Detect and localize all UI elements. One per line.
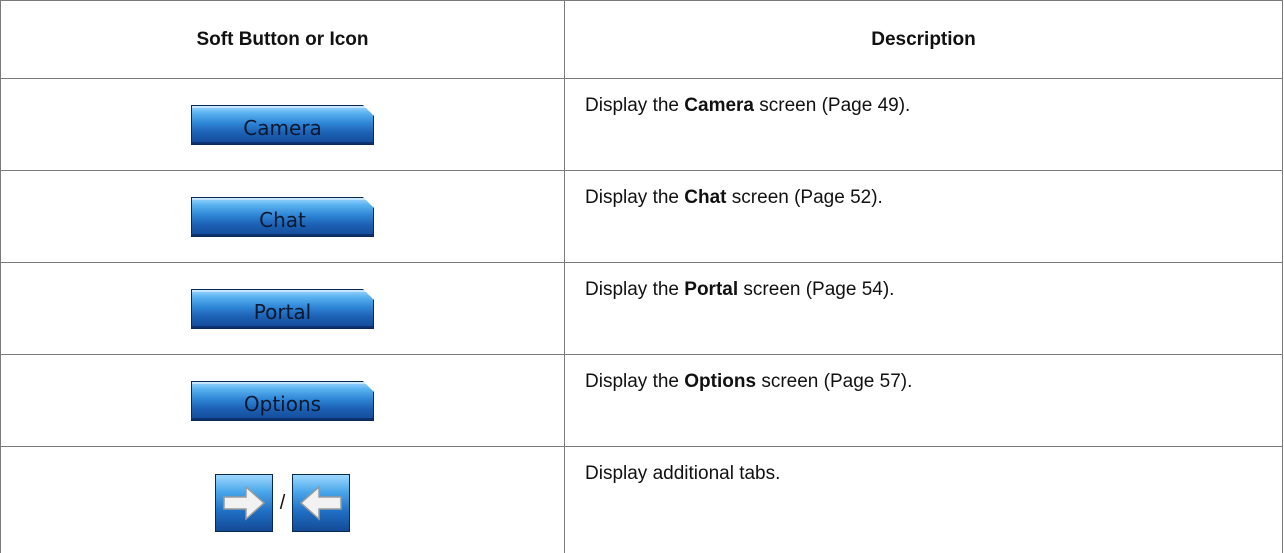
chat-button[interactable]: Chat [191,197,374,237]
description-cell: Display the Options screen (Page 57). [565,355,1283,447]
table-header-row: Soft Button or Icon Description [1,1,1283,79]
chat-button-label: Chat [259,208,306,232]
camera-button-label: Camera [243,116,322,140]
portal-button[interactable]: Portal [191,289,374,329]
header-soft-button: Soft Button or Icon [1,1,565,79]
chat-term: Chat [684,187,726,208]
portal-term: Portal [684,279,738,300]
table-row: Portal Display the Portal screen (Page 5… [1,263,1283,355]
portal-button-label: Portal [254,300,311,324]
button-cell: Chat [1,171,565,263]
description-cell: Display additional tabs. [565,447,1283,553]
options-button-label: Options [244,392,321,416]
soft-button-table: Soft Button or Icon Description Camera D… [0,0,1283,553]
separator-slash: / [279,492,287,515]
header-description: Description [565,1,1283,79]
arrow-right-icon[interactable] [215,474,273,532]
description-cell: Display the Chat screen (Page 52). [565,171,1283,263]
button-cell: Camera [1,79,565,171]
description-cell: Display the Portal screen (Page 54). [565,263,1283,355]
button-cell: Options [1,355,565,447]
tab-arrows: / [215,474,351,532]
camera-term: Camera [684,95,754,116]
arrow-left-icon[interactable] [292,474,350,532]
table-row: Options Display the Options screen (Page… [1,355,1283,447]
table-row: / Display additional tabs. [1,447,1283,553]
table-row: Camera Display the Camera screen (Page 4… [1,79,1283,171]
options-button[interactable]: Options [191,381,374,421]
table-row: Chat Display the Chat screen (Page 52). [1,171,1283,263]
camera-button[interactable]: Camera [191,105,374,145]
button-cell: / [1,447,565,553]
button-cell: Portal [1,263,565,355]
options-term: Options [684,371,756,392]
description-cell: Display the Camera screen (Page 49). [565,79,1283,171]
